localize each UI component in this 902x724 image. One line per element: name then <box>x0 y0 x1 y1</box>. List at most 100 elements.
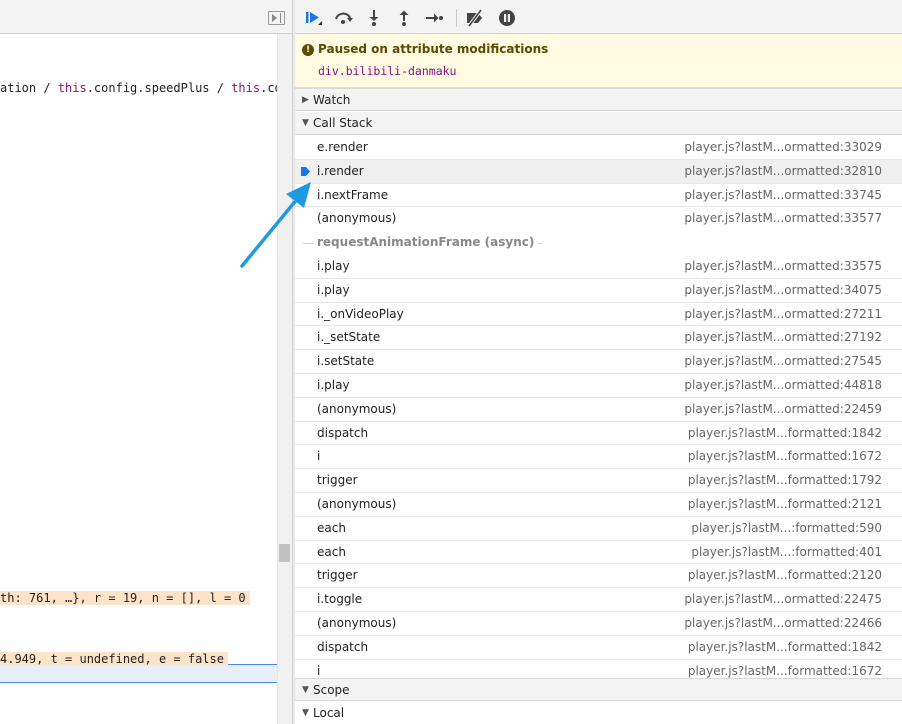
call-stack-section-header[interactable]: ▼ Call Stack <box>295 112 902 135</box>
call-frame[interactable]: each player.js?lastM...:formatted:590 <box>295 517 902 541</box>
call-frame[interactable]: e.render player.js?lastM...ormatted:3302… <box>295 136 902 160</box>
toggle-debugger-sidebar-icon[interactable] <box>268 11 285 25</box>
call-frame-name: i.play <box>317 282 350 297</box>
pause-on-exceptions-button[interactable] <box>496 7 518 29</box>
call-frame-location[interactable]: player.js?lastM...formatted:2120 <box>688 564 882 587</box>
call-frame-name: i._onVideoPlay <box>317 306 404 321</box>
call-frame-location[interactable]: player.js?lastM...ormatted:44818 <box>684 374 882 397</box>
call-frame-name: trigger <box>317 568 358 583</box>
inline-variable-values: th: 761, …}, r = 19, n = [], l = 0 <box>0 591 250 605</box>
call-frame[interactable]: dispatch player.js?lastM...formatted:1842 <box>295 422 902 446</box>
current-frame-arrow-icon <box>301 166 310 176</box>
call-frame-location[interactable]: player.js?lastM...ormatted:33745 <box>684 184 882 207</box>
paused-message-banner: ! Paused on attribute modifications div.… <box>295 34 902 88</box>
call-stack-section-label: Call Stack <box>313 116 373 130</box>
call-frame-name: i.setState <box>317 354 375 369</box>
call-frame-selected[interactable]: i.render player.js?lastM...ormatted:3281… <box>295 159 902 184</box>
call-frame-name: e.render <box>317 140 368 154</box>
call-frame-location[interactable]: player.js?lastM...formatted:1842 <box>688 636 882 659</box>
call-stack-list: e.render player.js?lastM...ormatted:3302… <box>295 136 902 683</box>
deactivate-breakpoints-button[interactable] <box>464 7 486 29</box>
call-frame[interactable]: trigger player.js?lastM...formatted:2120 <box>295 564 902 589</box>
call-frame[interactable]: (anonymous) player.js?lastM...ormatted:22… <box>295 612 902 636</box>
pause-circle-icon <box>499 10 515 26</box>
triangle-down-icon: ▼ <box>302 118 309 128</box>
triangle-right-icon: ▶ <box>302 95 309 105</box>
source-code-pane[interactable] <box>0 0 277 724</box>
call-frame[interactable]: i.play player.js?lastM...ormatted:44818 <box>295 374 902 398</box>
watch-section-label: Watch <box>313 93 351 107</box>
paused-target-node[interactable]: div.bilibili-danmaku <box>318 64 456 78</box>
watch-section-header[interactable]: ▶ Watch <box>295 88 902 111</box>
call-frame-name: each <box>317 544 346 559</box>
call-frame-location[interactable]: player.js?lastM...ormatted:22466 <box>684 612 882 635</box>
call-frame-location[interactable]: player.js?lastM...formatted:1792 <box>688 469 882 492</box>
step-into-icon <box>369 10 379 26</box>
call-frame-location[interactable]: player.js?lastM...ormatted:22475 <box>684 588 882 611</box>
step-over-button[interactable] <box>333 7 355 29</box>
step-button[interactable] <box>423 7 445 29</box>
call-frame-name: i.nextFrame <box>317 187 389 202</box>
code-line-inline-values[interactable]: th: 761, …}, r = 19, n = [], l = 0 <box>0 589 277 607</box>
triangle-down-icon: ▼ <box>302 708 309 718</box>
call-frame-name: dispatch <box>317 639 369 654</box>
call-frame[interactable]: i.play player.js?lastM...ormatted:33575 <box>295 255 902 279</box>
call-frame-name: i.play <box>317 258 350 273</box>
code-line[interactable]: ation / this.config.speedPlus / this.co <box>0 79 277 97</box>
resume-button[interactable] <box>302 7 324 29</box>
call-frame[interactable]: i.setState player.js?lastM...ormatted:275… <box>295 350 902 374</box>
call-frame[interactable]: i.nextFrame player.js?lastM...ormatted:3… <box>295 184 902 208</box>
call-frame-location[interactable]: player.js?lastM...:formatted:401 <box>691 541 882 564</box>
step-into-button[interactable] <box>363 7 385 29</box>
call-frame-location[interactable]: player.js?lastM...ormatted:34075 <box>684 279 882 302</box>
call-frame[interactable]: trigger player.js?lastM...formatted:1792 <box>295 469 902 493</box>
call-frame-location[interactable]: player.js?lastM...ormatted:22459 <box>684 398 882 421</box>
step-out-icon <box>399 10 409 26</box>
code-scrollbar-thumb[interactable] <box>279 544 290 562</box>
async-boundary-separator: requestAnimationFrame (async) <box>295 231 902 255</box>
call-frame-location[interactable]: player.js?lastM...ormatted:27192 <box>684 326 882 349</box>
call-frame[interactable]: dispatch player.js?lastM...formatted:1842 <box>295 636 902 660</box>
call-frame-name: (anonymous) <box>317 401 397 416</box>
scope-section-header[interactable]: ▼ Scope <box>295 678 902 701</box>
call-frame-name: (anonymous) <box>317 615 397 630</box>
call-frame-location[interactable]: player.js?lastM...formatted:1672 <box>688 445 882 468</box>
step-over-icon <box>335 12 353 24</box>
call-frame-name: i.play <box>317 377 350 392</box>
call-frame[interactable]: (anonymous) player.js?lastM...formatted:2… <box>295 493 902 517</box>
call-frame[interactable]: i.play player.js?lastM...ormatted:34075 <box>295 279 902 303</box>
call-frame-name: i <box>317 449 321 464</box>
scope-local-header[interactable]: ▼ Local <box>295 702 902 724</box>
call-frame[interactable]: i player.js?lastM...formatted:1672 <box>295 445 902 470</box>
call-frame[interactable]: (anonymous) player.js?lastM...ormatted:22… <box>295 398 902 422</box>
breakpoint-slash-icon <box>467 8 483 28</box>
call-frame-location[interactable]: player.js?lastM...ormatted:27545 <box>684 350 882 373</box>
call-frame-location[interactable]: player.js?lastM...ormatted:33029 <box>684 136 882 159</box>
source-toolbar <box>0 0 292 34</box>
async-boundary-label: requestAnimationFrame (async) <box>313 231 539 255</box>
info-icon: ! <box>302 44 314 56</box>
call-frame-location[interactable]: player.js?lastM...formatted:1842 <box>688 422 882 445</box>
step-out-button[interactable] <box>393 7 415 29</box>
call-frame-name: trigger <box>317 473 358 488</box>
call-frame-location[interactable]: player.js?lastM...ormatted:33577 <box>684 207 882 230</box>
call-frame-location[interactable]: player.js?lastM...ormatted:33575 <box>684 255 882 278</box>
resume-icon <box>306 12 322 25</box>
inline-variable-values: 4.949, t = undefined, e = false <box>0 652 228 666</box>
debugger-sidebar: ! Paused on attribute modifications div.… <box>295 0 902 724</box>
call-frame[interactable]: i._setState player.js?lastM...ormatted:27… <box>295 326 902 351</box>
call-frame-name: (anonymous) <box>317 211 397 226</box>
call-frame[interactable]: i.toggle player.js?lastM...ormatted:22475 <box>295 588 902 612</box>
call-frame-location[interactable]: player.js?lastM...ormatted:27211 <box>684 303 882 326</box>
call-frame[interactable]: each player.js?lastM...:formatted:401 <box>295 541 902 565</box>
call-frame-location[interactable]: player.js?lastM...:formatted:590 <box>691 517 882 540</box>
call-frame[interactable]: i._onVideoPlay player.js?lastM...ormatted… <box>295 303 902 327</box>
scope-section-label: Scope <box>313 683 350 697</box>
scope-local-label: Local <box>313 706 345 720</box>
call-frame[interactable]: (anonymous) player.js?lastM...ormatted:3… <box>295 207 902 231</box>
code-scrollbar[interactable] <box>277 34 292 724</box>
step-icon <box>426 13 443 23</box>
call-frame-location[interactable]: player.js?lastM...formatted:2121 <box>688 493 882 516</box>
code-line-inline-values[interactable]: 4.949, t = undefined, e = false <box>0 650 277 668</box>
call-frame-location[interactable]: player.js?lastM...ormatted:32810 <box>684 160 882 183</box>
